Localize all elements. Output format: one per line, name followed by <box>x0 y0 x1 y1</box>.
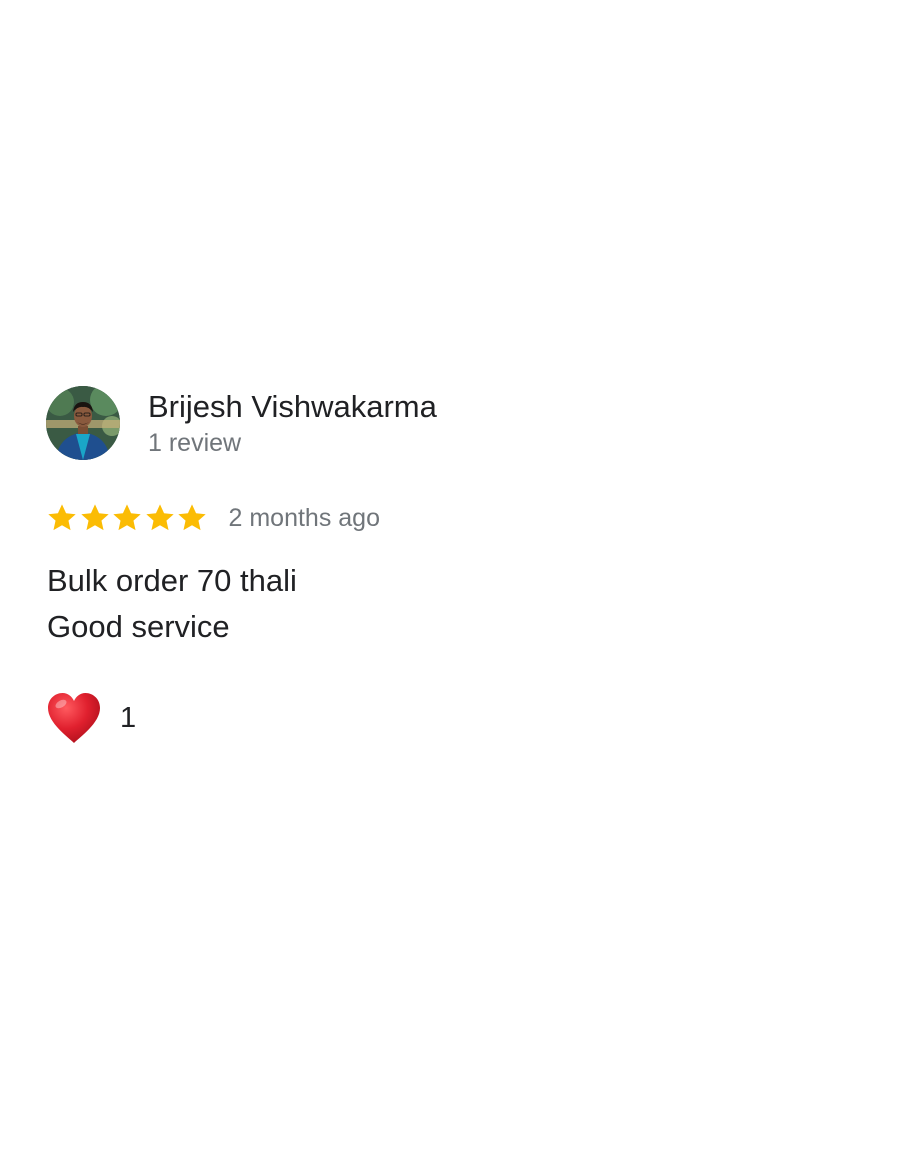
star-icon <box>176 502 208 534</box>
reaction-count: 1 <box>120 702 137 734</box>
star-icon <box>79 502 111 534</box>
reviewer-name[interactable]: Brijesh Vishwakarma <box>148 388 437 426</box>
heart-icon[interactable] <box>46 691 102 745</box>
star-icon <box>46 502 78 534</box>
reaction-button[interactable]: 1 <box>46 690 136 746</box>
reviewer-header: Brijesh Vishwakarma 1 review <box>46 386 866 462</box>
review-card: Brijesh Vishwakarma 1 review 2 months ag… <box>46 386 866 743</box>
star-icon <box>144 502 176 534</box>
reviewer-review-count: 1 review <box>148 429 242 457</box>
review-time: 2 months ago <box>228 504 381 532</box>
review-text-line: Bulk order 70 thali <box>47 563 297 598</box>
review-text: Bulk order 70 thali Good service <box>47 558 297 650</box>
avatar-photo <box>46 386 120 460</box>
rating-row: 2 months ago <box>46 498 380 538</box>
review-text-line: Good service <box>47 609 230 644</box>
star-rating <box>46 502 209 534</box>
avatar[interactable] <box>46 386 120 460</box>
star-icon <box>111 502 143 534</box>
